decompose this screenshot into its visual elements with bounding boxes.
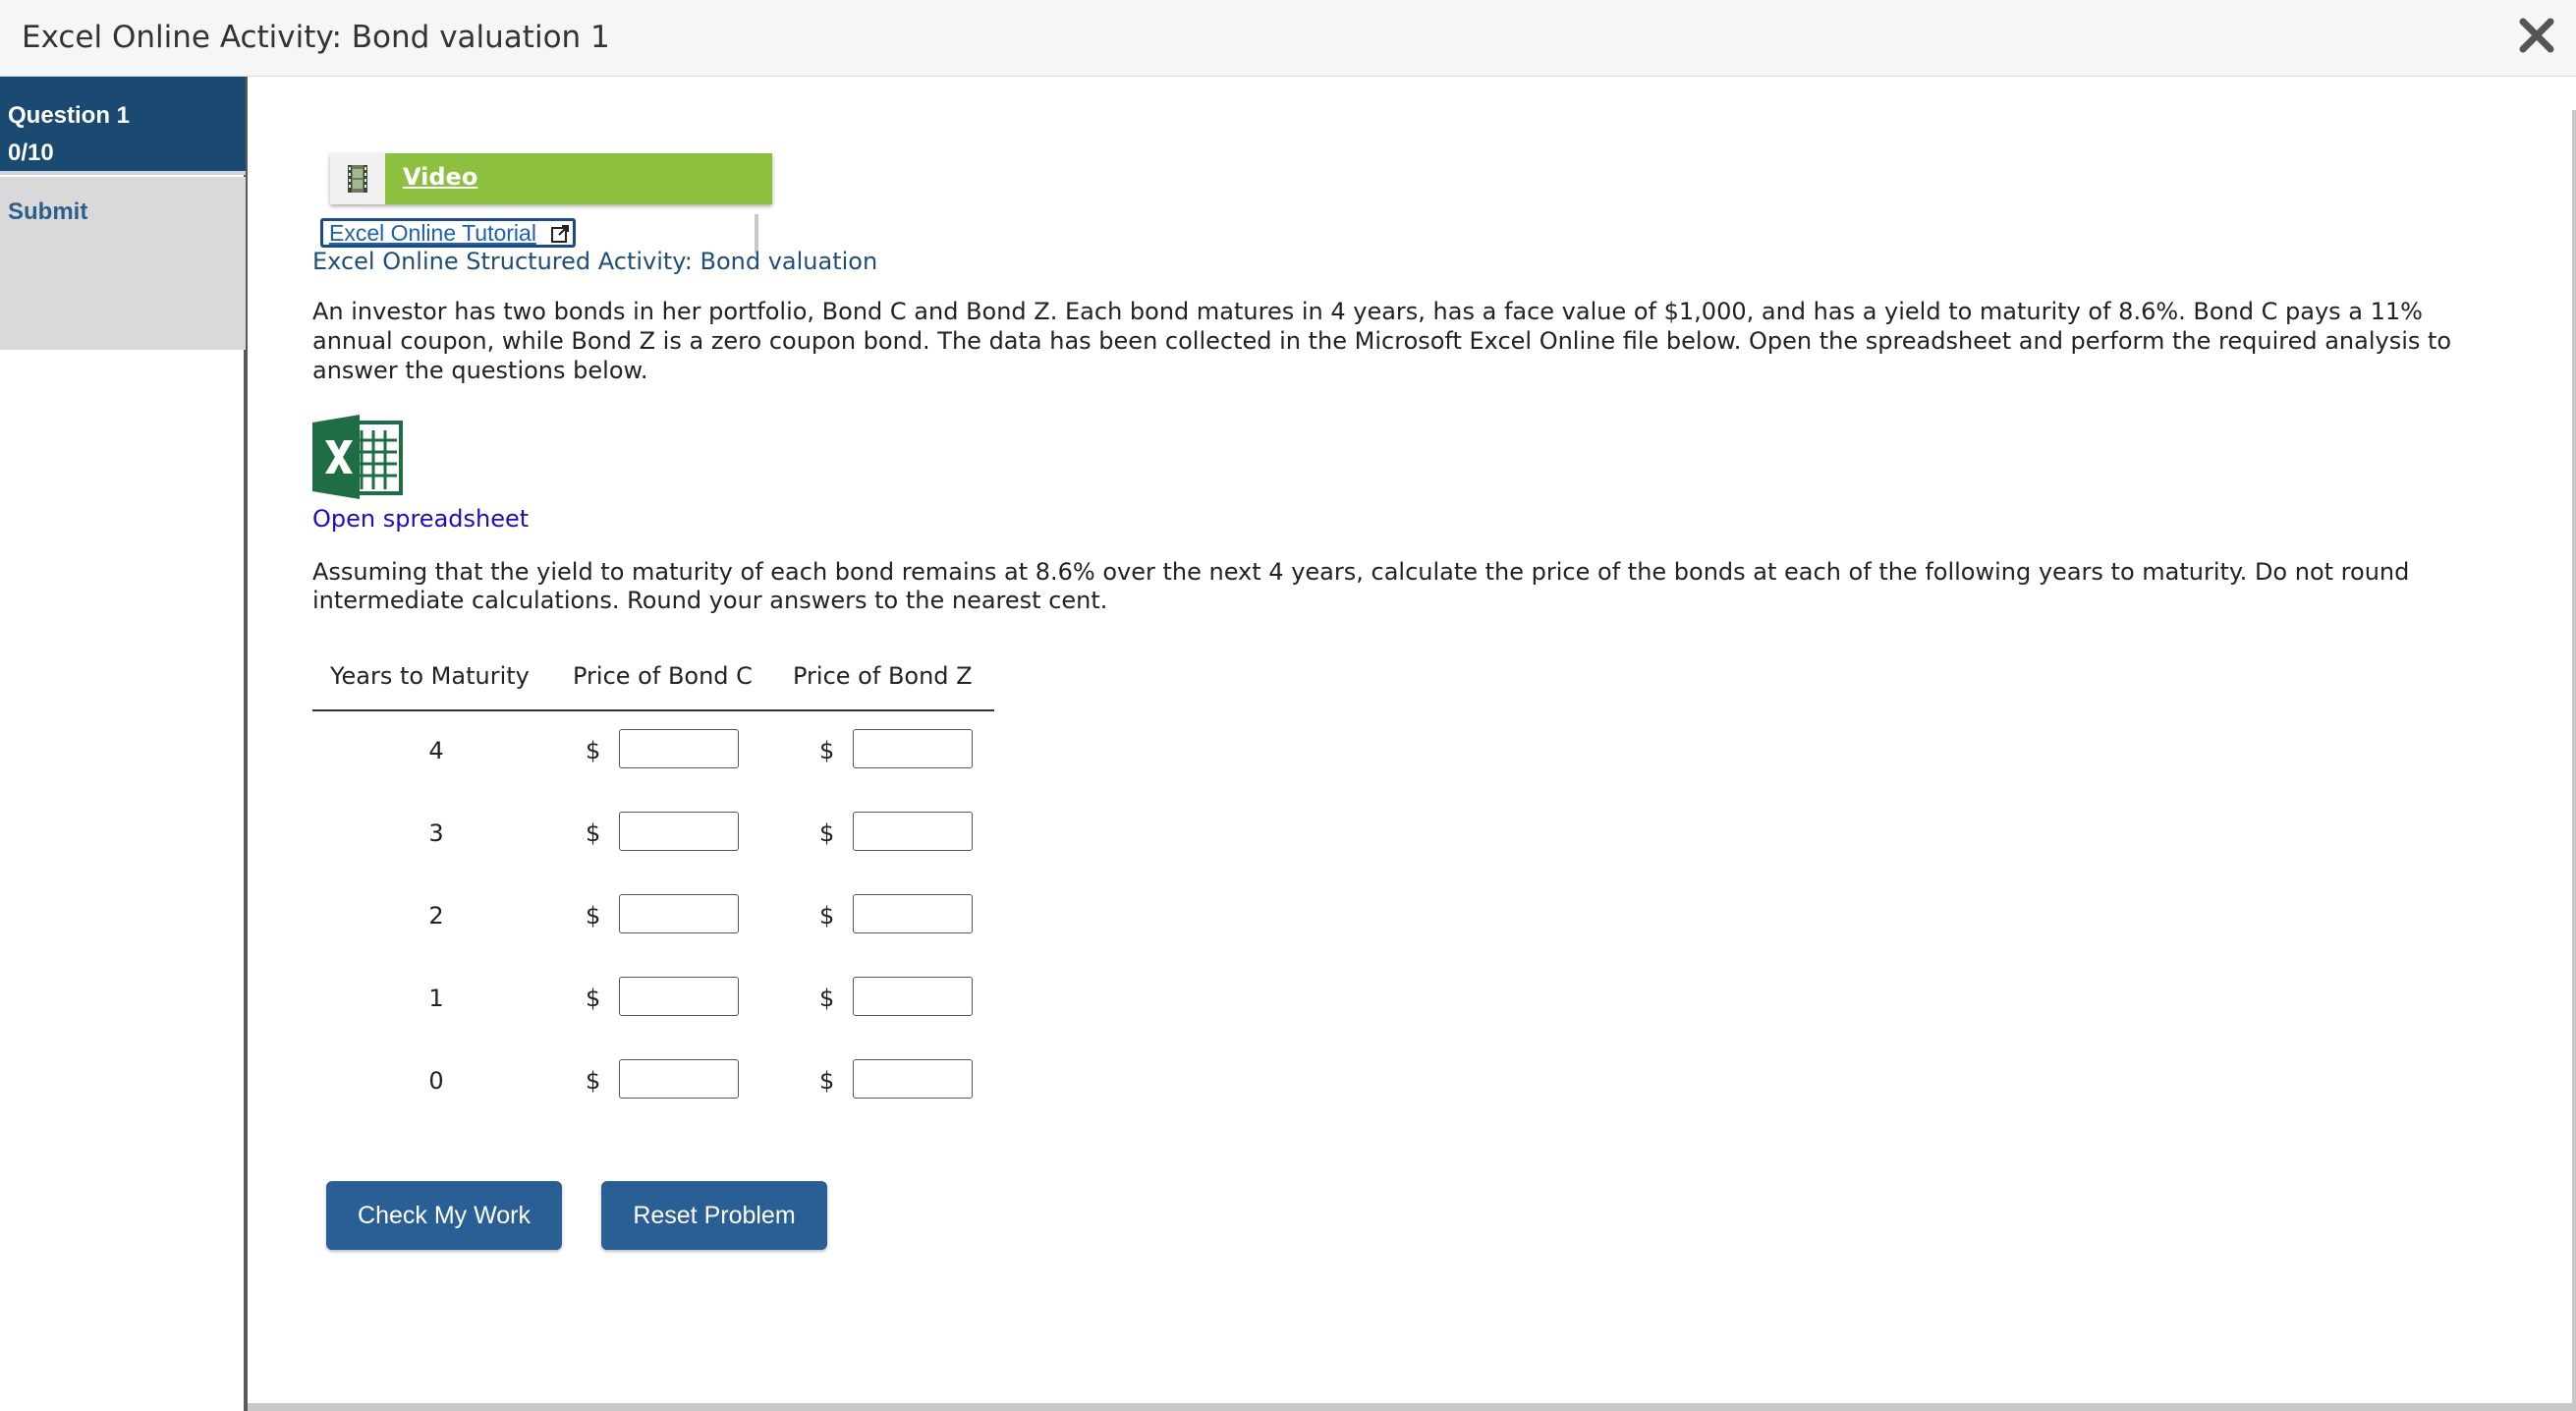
years-cell: 3: [428, 819, 444, 847]
tutorial-link-label[interactable]: Excel Online Tutorial: [329, 220, 536, 246]
window-title: Excel Online Activity: Bond valuation 1: [22, 20, 610, 55]
question-score: 0/10: [8, 140, 54, 166]
years-cell: 0: [428, 1067, 444, 1095]
check-my-work-button[interactable]: Check My Work: [326, 1181, 562, 1250]
currency-symbol: $: [819, 819, 835, 847]
currency-symbol: $: [586, 737, 601, 764]
currency-symbol: $: [586, 902, 601, 930]
bond-z-price-input[interactable]: [853, 977, 973, 1016]
currency-symbol: $: [819, 985, 835, 1012]
header-bond-z: Price of Bond Z: [793, 662, 973, 690]
scrollbar-track: [2572, 110, 2576, 1403]
question-label: Question 1: [8, 102, 131, 129]
reset-problem-button[interactable]: Reset Problem: [601, 1181, 827, 1250]
problem-intro: An investor has two bonds in her portfol…: [312, 298, 2452, 384]
years-cell: 1: [428, 985, 444, 1012]
excel-tutorial-link[interactable]: Excel Online Tutorial: [320, 218, 576, 248]
header-years: Years to Maturity: [330, 662, 530, 690]
video-link[interactable]: Video: [403, 163, 477, 191]
activity-subtitle: Excel Online Structured Activity: Bond v…: [312, 248, 878, 275]
video-button[interactable]: Video: [385, 153, 772, 204]
bond-c-price-input[interactable]: [619, 977, 739, 1016]
bond-z-price-input[interactable]: [853, 729, 973, 768]
currency-symbol: $: [819, 737, 835, 764]
table-header: Years to Maturity Price of Bond C Price …: [312, 654, 994, 711]
currency-symbol: $: [586, 1067, 601, 1095]
currency-symbol: $: [586, 985, 601, 1012]
bond-z-price-input[interactable]: [853, 894, 973, 933]
sidebar: Question 1 0/10 Submit: [0, 77, 248, 1411]
bond-c-price-input[interactable]: [619, 1059, 739, 1099]
table-row: 3 $ $: [312, 794, 994, 876]
bond-z-price-input[interactable]: [853, 1059, 973, 1099]
submit-link[interactable]: Submit: [8, 198, 87, 225]
bottom-border: [248, 1403, 2576, 1411]
table-row: 4 $ $: [312, 711, 994, 794]
excel-icon[interactable]: [312, 415, 405, 499]
bond-c-price-input[interactable]: [619, 812, 739, 851]
instructions: Assuming that the yield to maturity of e…: [312, 558, 2410, 614]
close-icon[interactable]: [2515, 14, 2558, 57]
sidebar-item-submit: Submit: [0, 177, 246, 350]
bond-c-price-input[interactable]: [619, 894, 739, 933]
currency-symbol: $: [819, 902, 835, 930]
sidebar-item-question-1[interactable]: Question 1 0/10: [0, 77, 246, 175]
open-spreadsheet-link[interactable]: Open spreadsheet: [312, 505, 529, 533]
currency-symbol: $: [819, 1067, 835, 1095]
video-bar[interactable]: Video: [330, 153, 772, 204]
table-row: 0 $ $: [312, 1042, 994, 1124]
external-link-icon: [551, 225, 569, 243]
table-row: 2 $ $: [312, 876, 994, 959]
header-bond-c: Price of Bond C: [573, 662, 753, 690]
bond-c-price-input[interactable]: [619, 729, 739, 768]
main-content: Video Excel Online Tutorial Excel Online…: [312, 77, 2513, 1393]
title-bar: Excel Online Activity: Bond valuation 1: [0, 0, 2576, 77]
currency-symbol: $: [586, 819, 601, 847]
bond-z-price-input[interactable]: [853, 812, 973, 851]
table-row: 1 $ $: [312, 959, 994, 1042]
years-cell: 2: [428, 902, 444, 930]
years-cell: 4: [428, 737, 444, 764]
price-table: Years to Maturity Price of Bond C Price …: [312, 654, 994, 1124]
film-icon: [330, 153, 385, 204]
